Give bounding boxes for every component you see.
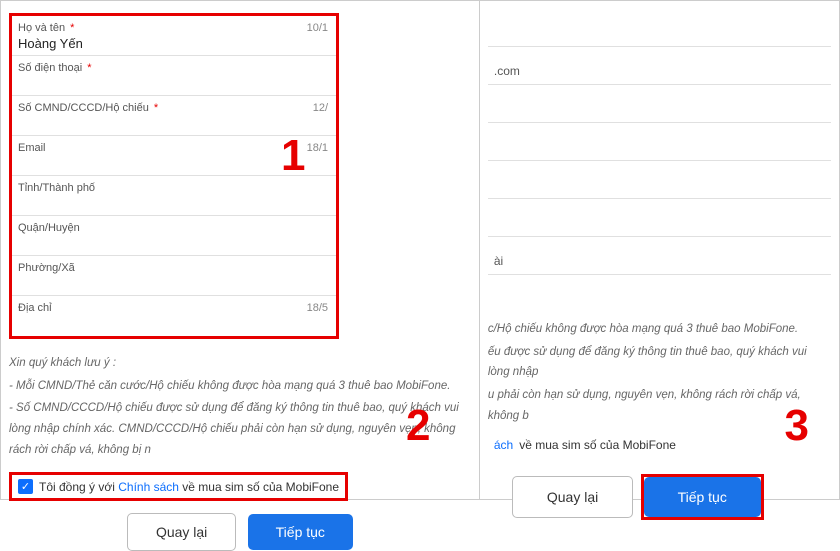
step-number-2: 2 <box>406 401 430 451</box>
rnote1: c/Hộ chiếu không được hòa mạng quá 3 thu… <box>488 319 831 340</box>
notes-header: Xin quý khách lưu ý : <box>9 353 471 374</box>
step-number-3: 3 <box>785 401 809 451</box>
label-district: Quận/Huyện <box>12 222 80 234</box>
step-number-1: 1 <box>281 131 305 181</box>
consent-checkbox[interactable]: ✓ <box>18 479 33 494</box>
panel-continue: .com ài c/Hộ chiếu không được hòa mạng q… <box>480 1 839 499</box>
field-phone[interactable]: Số điện thoại * <box>12 56 336 96</box>
label-address: Địa chỉ <box>12 302 52 314</box>
input-ward[interactable] <box>12 274 336 291</box>
notes-block-right: c/Hộ chiếu không được hòa mạng quá 3 thu… <box>488 319 831 426</box>
rdate-email: 18/1 <box>307 142 328 154</box>
rnote2: ếu được sử dụng để đăng ký thông tin thu… <box>488 342 831 383</box>
input-name[interactable] <box>12 34 336 51</box>
rdate-id: 12/ <box>313 102 328 114</box>
field-id[interactable]: Số CMND/CCCD/Hộ chiếu * 12/ <box>12 96 336 136</box>
input-province[interactable] <box>12 194 336 211</box>
notes-line2: - Số CMND/CCCD/Hộ chiếu được sử dụng để … <box>9 398 471 460</box>
panel-form: Họ và tên * 10/1 Số điện thoại * Số CMND… <box>1 1 480 499</box>
input-id[interactable] <box>12 114 336 131</box>
right-form-fragment: .com ài <box>488 9 831 313</box>
fragment-com: .com <box>494 64 520 78</box>
field-ward[interactable]: Phường/Xã <box>12 256 336 296</box>
policy-link-right[interactable]: ách <box>494 438 513 452</box>
next-button-right[interactable]: Tiếp tục <box>644 477 761 517</box>
field-district[interactable]: Quận/Huyện <box>12 216 336 256</box>
field-address[interactable]: Địa chỉ 18/5 <box>12 296 336 336</box>
label-email: Email <box>12 142 46 154</box>
consent-post-right: về mua sim số của MobiFone <box>519 438 676 452</box>
button-row-right: Quay lại Tiếp tục <box>488 474 831 520</box>
input-district[interactable] <box>12 234 336 251</box>
rdate-address: 18/5 <box>307 302 328 314</box>
consent-post: về mua sim số của MobiFone <box>182 480 339 494</box>
label-phone: Số điện thoại <box>18 62 82 74</box>
tutorial-combo: Họ và tên * 10/1 Số điện thoại * Số CMND… <box>0 0 840 500</box>
notes-line1: - Mỗi CMND/Thẻ căn cước/Hộ chiếu không đ… <box>9 376 471 397</box>
input-address[interactable] <box>12 314 336 331</box>
back-button[interactable]: Quay lại <box>127 513 236 551</box>
field-name[interactable]: Họ và tên * 10/1 <box>12 16 336 56</box>
fragment-ai: ài <box>494 254 503 268</box>
label-province: Tỉnh/Thành phố <box>12 182 95 194</box>
next-highlight-box: Tiếp tục <box>641 474 764 520</box>
label-id: Số CMND/CCCD/Hộ chiếu <box>18 102 149 114</box>
consent-row[interactable]: ✓ Tôi đồng ý với Chính sách về mua sim s… <box>9 472 348 501</box>
input-phone[interactable] <box>12 74 336 91</box>
label-ward: Phường/Xã <box>12 262 75 274</box>
required-star: * <box>70 22 74 34</box>
consent-pre: Tôi đồng ý với <box>39 480 115 494</box>
back-button-right[interactable]: Quay lại <box>512 476 633 518</box>
required-star: * <box>154 102 158 114</box>
rnote3: u phải còn hạn sử dụng, nguyên vẹn, khôn… <box>488 385 831 426</box>
rdate-name: 10/1 <box>307 22 328 34</box>
required-star: * <box>87 62 91 74</box>
field-province[interactable]: Tỉnh/Thành phố <box>12 176 336 216</box>
consent-row-right: ách về mua sim số của MobiFone <box>488 434 682 456</box>
notes-block: Xin quý khách lưu ý : - Mỗi CMND/Thẻ căn… <box>9 353 471 460</box>
button-row-left: Quay lại Tiếp tục <box>9 513 471 551</box>
policy-link[interactable]: Chính sách <box>118 480 179 494</box>
next-button[interactable]: Tiếp tục <box>248 514 353 550</box>
label-name: Họ và tên <box>18 22 65 34</box>
